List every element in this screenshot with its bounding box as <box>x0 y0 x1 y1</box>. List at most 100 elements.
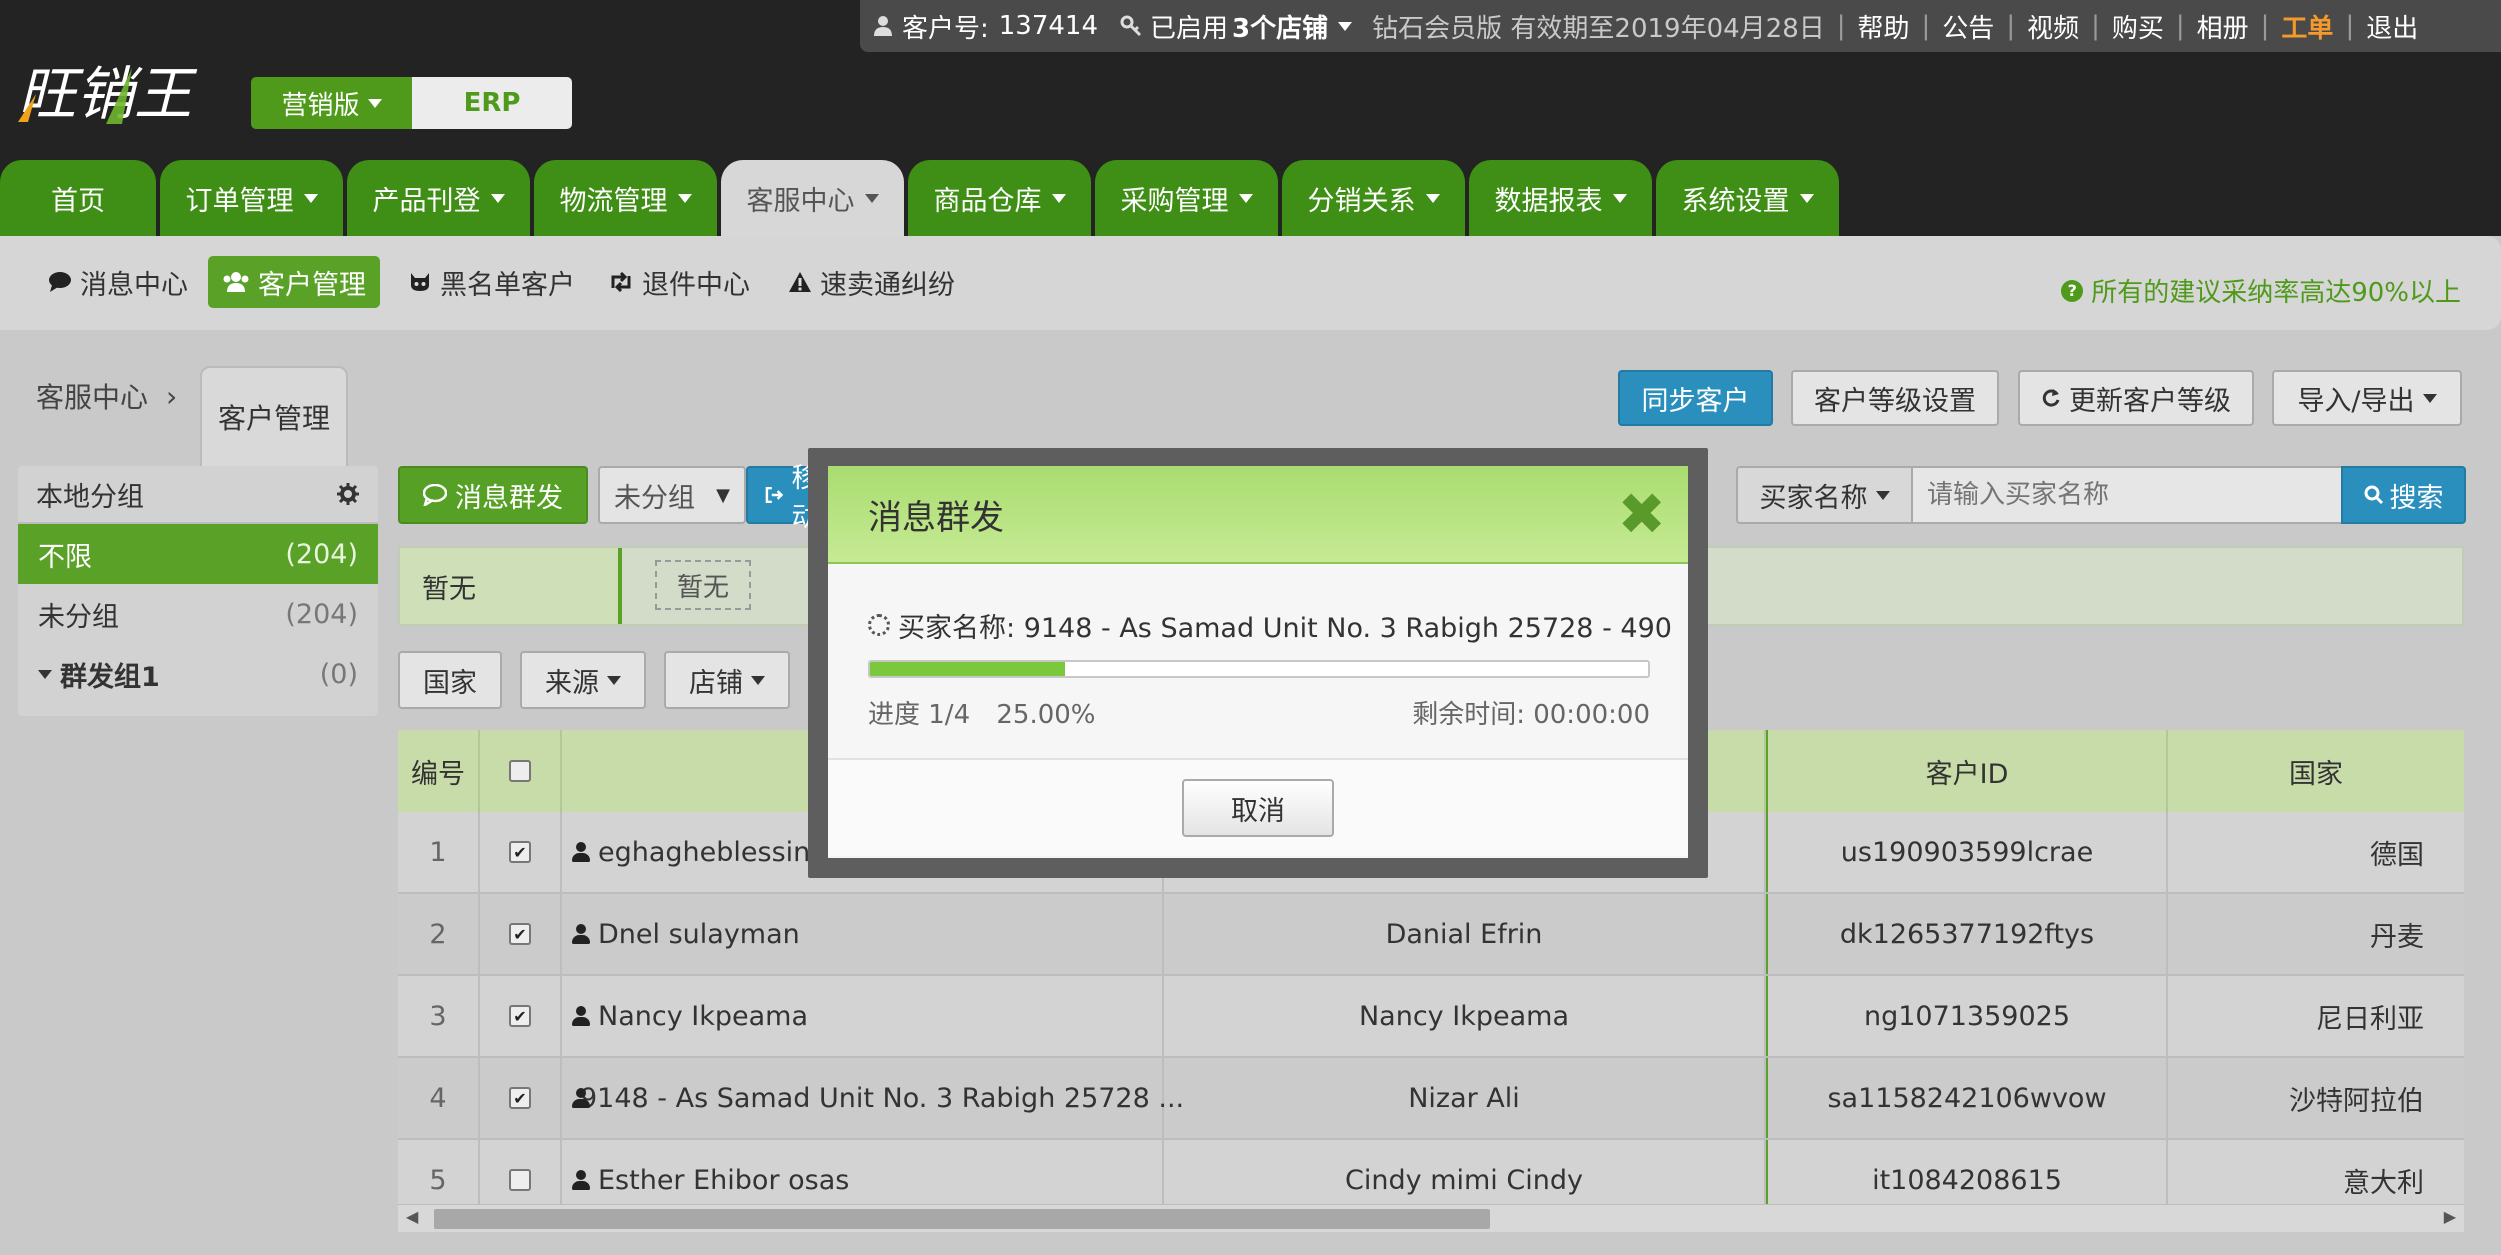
group-select[interactable]: 未分组 ▼ <box>598 466 746 524</box>
customer-name: Nizar Ali <box>1164 1058 1766 1138</box>
buyer-name-search-input[interactable] <box>1913 466 2343 524</box>
tag-chip[interactable]: 暂无 <box>655 560 751 610</box>
tip-label: 所有的建议采纳率高达90%以上 <box>2091 278 2461 308</box>
close-icon[interactable]: ✖ <box>1617 485 1666 543</box>
horizontal-scrollbar[interactable]: ◀ ▶ <box>398 1204 2464 1232</box>
update-customer-level-button[interactable]: 更新客户等级 <box>2018 370 2254 426</box>
sub-nav-label: 退件中心 <box>642 269 750 301</box>
search-icon <box>2364 485 2383 505</box>
nav-tab-distribution[interactable]: 分销关系 <box>1282 160 1465 236</box>
filter-source-dropdown[interactable]: 来源 <box>520 651 646 709</box>
buyer-name[interactable]: Nancy Ikpeama <box>598 1001 808 1032</box>
group-item-ungrouped[interactable]: 未分组 (204) <box>18 584 378 644</box>
caret-down-icon <box>1875 490 1890 500</box>
group-item-label: 群发组1 <box>60 661 160 693</box>
sign-out-icon <box>765 486 784 504</box>
table-row[interactable]: 2 ✔ Dnel sulayman Danial Efrin dk1265377192f… <box>398 894 2464 976</box>
tag-category[interactable]: 暂无 <box>400 548 622 624</box>
row-checkbox[interactable]: ✔ <box>509 1005 531 1027</box>
caret-down-icon[interactable] <box>1338 21 1353 31</box>
sub-nav-label: 客户管理 <box>258 269 366 301</box>
nav-tab-procurement[interactable]: 采购管理 <box>1095 160 1278 236</box>
nav-tab-settings[interactable]: 系统设置 <box>1656 160 1839 236</box>
progress-bar <box>868 660 1650 678</box>
link-announcement[interactable]: 公告 <box>1942 8 1994 45</box>
breadcrumb-parent[interactable]: 客服中心 <box>36 376 148 416</box>
sub-nav-aliexpress-disputes[interactable]: 速卖通纠纷 <box>774 256 969 308</box>
current-buyer-line: 买家名称: 9148 - As Samad Unit No. 3 Rabigh … <box>898 606 1672 645</box>
erp-switch[interactable]: ERP <box>412 77 572 129</box>
link-purchase[interactable]: 购买 <box>2112 8 2164 45</box>
suggestion-tip[interactable]: ? 所有的建议采纳率高达90%以上 <box>2061 272 2461 309</box>
nav-tab-customer-service[interactable]: 客服中心 <box>721 160 904 236</box>
sub-nav-returns[interactable]: 退件中心 <box>594 256 764 308</box>
nav-tab-orders[interactable]: 订单管理 <box>160 160 343 236</box>
edition-dropdown[interactable]: 营销版 <box>251 77 412 129</box>
buyer-cell: 9148 - As Samad Unit No. 3 Rabigh 25728 … <box>562 1058 1184 1138</box>
sync-customers-button[interactable]: 同步客户 <box>1618 370 1773 426</box>
row-checkbox[interactable]: ✔ <box>509 841 531 863</box>
user-icon <box>572 924 590 944</box>
scrollbar-thumb[interactable] <box>434 1209 1490 1229</box>
brand-logo[interactable]: 旺销王 <box>14 50 244 130</box>
header-select-all[interactable] <box>480 730 562 812</box>
filter-country-button[interactable]: 国家 <box>398 651 502 709</box>
nav-tab-listing[interactable]: 产品刊登 <box>347 160 530 236</box>
search-button-label: 搜索 <box>2389 482 2444 514</box>
row-checkbox[interactable] <box>509 1169 531 1191</box>
group-panel-header: 本地分组 <box>18 466 378 524</box>
row-checkbox[interactable]: ✔ <box>509 923 531 945</box>
buyer-name[interactable]: Esther Ehibor osas <box>598 1165 849 1196</box>
nav-tab-warehouse[interactable]: 商品仓库 <box>908 160 1091 236</box>
link-logout[interactable]: 退出 <box>2366 8 2418 45</box>
buyer-label: 买家名称: <box>898 613 1016 644</box>
user-icon <box>572 1170 590 1190</box>
buyer-name[interactable]: Dnel sulayman <box>598 919 800 950</box>
logo-text: 旺销王 <box>18 60 198 128</box>
buyer-name[interactable]: eghagheblessing <box>598 837 827 868</box>
select-all-checkbox[interactable] <box>509 760 531 782</box>
breadcrumb-current-tab[interactable]: 客户管理 <box>200 366 348 466</box>
gear-icon[interactable] <box>336 482 360 506</box>
customer-level-settings-button[interactable]: 客户等级设置 <box>1791 370 1999 426</box>
scroll-right-icon[interactable]: ▶ <box>2444 1207 2456 1226</box>
customer-country: 丹麦 <box>2370 921 2424 953</box>
nav-tab-label: 产品刊登 <box>372 185 481 217</box>
link-video[interactable]: 视频 <box>2027 8 2079 45</box>
header-customer-id[interactable]: 客户ID <box>1766 730 2168 812</box>
progress-count: 进度 1/4 <box>868 700 971 730</box>
buyer-name[interactable]: 9148 - As Samad Unit No. 3 Rabigh 25728 … <box>580 1083 1184 1114</box>
group-item-broadcast-1[interactable]: 群发组1 (0) <box>18 644 378 704</box>
scroll-left-icon[interactable]: ◀ <box>406 1207 418 1226</box>
caret-down-icon <box>2422 393 2437 403</box>
caret-down-icon[interactable] <box>38 669 52 679</box>
nav-tab-home[interactable]: 首页 <box>0 160 156 236</box>
comment-icon <box>49 272 71 292</box>
search-button[interactable]: 搜索 <box>2341 466 2466 524</box>
group-item-label: 未分组 <box>38 601 119 633</box>
nav-tab-reports[interactable]: 数据报表 <box>1469 160 1652 236</box>
link-album[interactable]: 相册 <box>2197 8 2249 45</box>
search-type-dropdown[interactable]: 买家名称 <box>1736 466 1913 524</box>
nav-tab-logistics[interactable]: 物流管理 <box>534 160 717 236</box>
group-item-all[interactable]: 不限 (204) <box>18 524 378 584</box>
sub-nav-customer-management[interactable]: 客户管理 <box>208 256 380 308</box>
table-row[interactable]: 3 ✔ Nancy Ikpeama Nancy Ikpeama ng1071359025… <box>398 976 2464 1058</box>
broadcast-message-button[interactable]: 消息群发 <box>398 466 588 524</box>
header-country[interactable]: 国家 <box>2168 730 2464 812</box>
import-export-dropdown[interactable]: 导入/导出 <box>2272 370 2462 426</box>
row-number: 2 <box>398 894 480 974</box>
filter-store-dropdown[interactable]: 店铺 <box>664 651 790 709</box>
link-ticket[interactable]: 工单 <box>2281 8 2333 45</box>
customer-country: 尼日利亚 <box>2316 1003 2424 1035</box>
user-icon <box>572 1006 590 1026</box>
nav-tab-label: 分销关系 <box>1307 185 1416 217</box>
cancel-button[interactable]: 取消 <box>1182 779 1334 837</box>
edition-switch[interactable]: 营销版 ERP <box>251 77 572 129</box>
stores-count[interactable]: 3个店铺 <box>1232 8 1328 45</box>
row-checkbox[interactable]: ✔ <box>509 1087 531 1109</box>
link-help[interactable]: 帮助 <box>1858 8 1910 45</box>
sub-nav-message-center[interactable]: 消息中心 <box>34 256 202 308</box>
sub-nav-blacklist[interactable]: 黑名单客户 <box>394 256 589 308</box>
table-row[interactable]: 4 ✔ 9148 - As Samad Unit No. 3 Rabigh 2572… <box>398 1058 2464 1140</box>
